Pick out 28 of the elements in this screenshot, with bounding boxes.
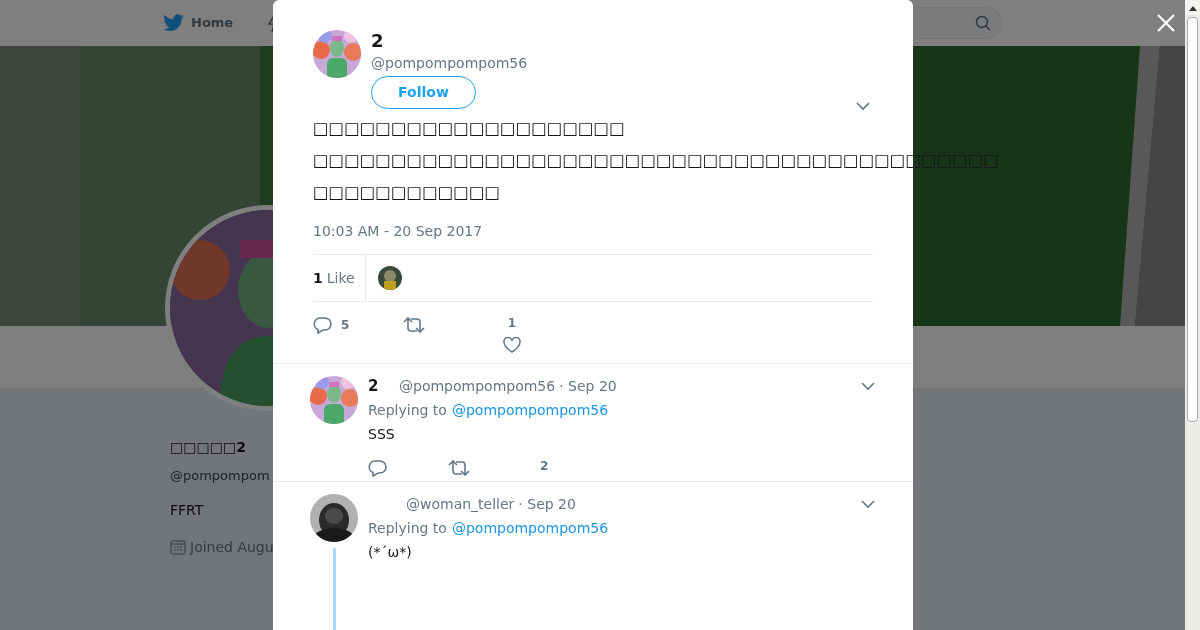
retweet-icon[interactable] [448,460,470,476]
replying-label: Replying to [368,401,447,420]
calendar-icon [170,539,186,555]
reply-author-handle[interactable]: @woman_teller [406,493,515,515]
replying-label: Replying to [368,519,447,538]
chevron-down-icon[interactable] [860,499,876,509]
chevron-down-icon[interactable] [860,381,876,391]
scroll-up-icon[interactable] [1188,4,1197,11]
reply-text: SSS [368,425,396,444]
profile-handle[interactable]: @pompompom [170,466,270,486]
home-link[interactable]: Home [191,13,234,33]
scrollbar[interactable] [1185,0,1200,630]
close-icon[interactable] [1156,13,1176,33]
author-name[interactable]: 2 [371,30,528,52]
reply-date[interactable]: · Sep 20 [518,493,576,515]
mention-link[interactable]: @pompompompom56 [451,518,609,539]
profile-name: □□□□□2 [170,438,246,457]
reply-text: (*´ω*) [368,543,413,562]
heart-icon[interactable] [503,337,521,353]
reply-author-name[interactable]: 2 [368,374,395,398]
reply-author-handle[interactable]: @pompompompom56 [399,375,556,397]
joined-date: Joined Augu [190,537,274,557]
reply-icon[interactable] [368,459,388,477]
search-icon[interactable] [975,15,991,31]
mention-link[interactable]: @pompompompom56 [451,400,609,421]
like-count: 2 [540,458,549,475]
profile-bio: FFRT [170,500,204,520]
reply-date[interactable]: · Sep 20 [559,375,617,397]
